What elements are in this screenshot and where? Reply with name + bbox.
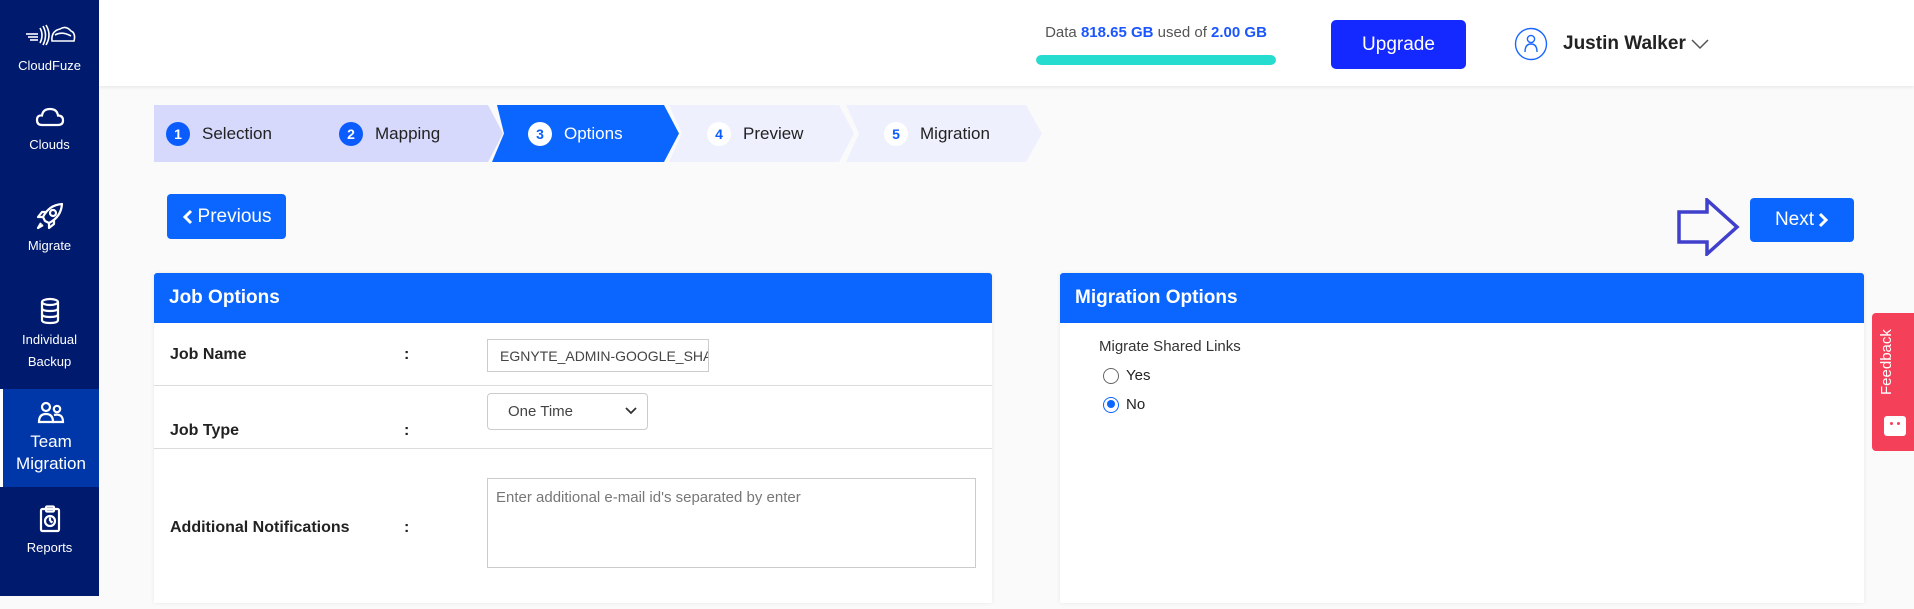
sidebar-item-clouds[interactable]: Clouds [0,100,99,160]
job-options-title: Job Options [154,273,992,323]
step-number: 3 [528,121,552,146]
sidebar-item-cloudfuze[interactable]: CloudFuze [0,14,99,84]
arrow-right-hint-icon [1677,198,1740,256]
step-label: Mapping [375,123,441,143]
user-name: Justin Walker [1563,33,1686,54]
job-name-label: Job Name [170,346,247,363]
sidebar-item-migrate[interactable]: Migrate [0,198,99,258]
step-label: Selection [202,123,272,143]
step-number: 1 [166,121,190,146]
sidebar: CloudFuze Clouds Migrate Individual Back… [0,0,99,596]
sidebar-item-reports[interactable]: Reports [0,500,99,562]
user-menu[interactable]: Justin Walker [1514,27,1710,61]
usage-prefix: Data [1045,24,1077,41]
migration-options-panel: Migration Options Migrate Shared Links Y… [1060,273,1864,603]
database-icon [40,297,59,324]
radio-button[interactable] [1103,396,1119,413]
previous-label: Previous [197,205,272,227]
step-mapping[interactable]: 2 Mapping [314,105,514,162]
radio-label: No [1126,396,1146,413]
cloud-icon [35,107,64,126]
next-button[interactable]: Next [1750,198,1854,242]
job-name-input[interactable] [487,339,709,372]
chevron-down-icon [625,407,637,415]
step-number: 4 [707,121,731,146]
sidebar-item-label: Clouds [29,136,70,152]
sidebar-item-label: Migrate [27,237,72,253]
radio-label: Yes [1126,367,1151,384]
notifications-label: Additional Notifications [170,519,350,536]
step-number: 2 [339,121,363,146]
rocket-icon [36,202,63,229]
migrate-shared-links-label: Migrate Shared Links [1099,338,1241,355]
sidebar-item-label: CloudFuze [18,57,81,73]
sidebar-item-label: Individual Backup [22,331,77,369]
user-avatar-icon [1514,27,1548,61]
job-options-panel: Job Options Job Name : Job Type : One Ti… [154,273,992,603]
notifications-textarea[interactable] [487,478,976,568]
radio-button[interactable] [1103,367,1119,384]
sidebar-item-label: Team Migration [16,432,86,473]
step-label: Options [564,123,623,143]
clipboard-report-icon [39,504,60,532]
job-name-row: Job Name : [154,323,992,386]
storage-usage-bar [1036,55,1276,65]
colon: : [404,519,410,536]
step-label: Migration [920,123,990,143]
usage-used-value: 818.65 GB [1080,24,1154,41]
next-label: Next [1774,209,1815,230]
radio-yes[interactable]: Yes [1103,367,1150,384]
step-migration[interactable]: 5 Migration [844,105,1054,162]
job-type-label: Job Type [170,422,240,439]
job-type-value: One Time [508,403,574,420]
upgrade-button[interactable]: Upgrade [1331,20,1466,69]
migration-options-title: Migration Options [1060,273,1864,323]
storage-usage-text: Data 818.65 GB used of 2.00 GB [1036,24,1276,41]
wizard-stepper: 1 Selection 2 Mapping 3 Options 4 Previe… [154,105,1054,162]
storage-usage-fill [1036,55,1276,65]
step-options[interactable]: 3 Options [492,105,692,162]
feedback-tab[interactable]: Feedback [1872,313,1914,451]
colon: : [404,346,410,363]
sidebar-item-individual-backup[interactable]: Individual Backup [0,292,99,377]
job-type-select[interactable]: One Time [487,393,648,430]
sidebar-item-team-migration[interactable]: Team Migration [0,389,99,487]
chevron-left-icon [182,209,192,224]
step-preview[interactable]: 4 Preview [667,105,867,162]
colon: : [404,422,410,439]
job-type-row: Job Type : One Time [154,386,992,449]
feedback-label: Feedback [1878,329,1895,395]
previous-button[interactable]: Previous [167,194,286,239]
chevron-right-icon [1818,212,1829,228]
cloudfuze-logo-icon [25,24,75,45]
sidebar-item-label: Reports [26,539,73,555]
step-label: Preview [743,123,804,143]
notifications-row: Additional Notifications : [154,449,992,609]
chevron-down-icon [1691,39,1709,50]
usage-middle-text: used of [1157,24,1207,41]
radio-no[interactable]: No [1103,396,1145,413]
usage-total-value: 2.00 GB [1211,24,1267,41]
step-number: 5 [884,121,908,146]
users-icon [37,401,65,424]
smiley-chat-icon [1884,416,1906,436]
